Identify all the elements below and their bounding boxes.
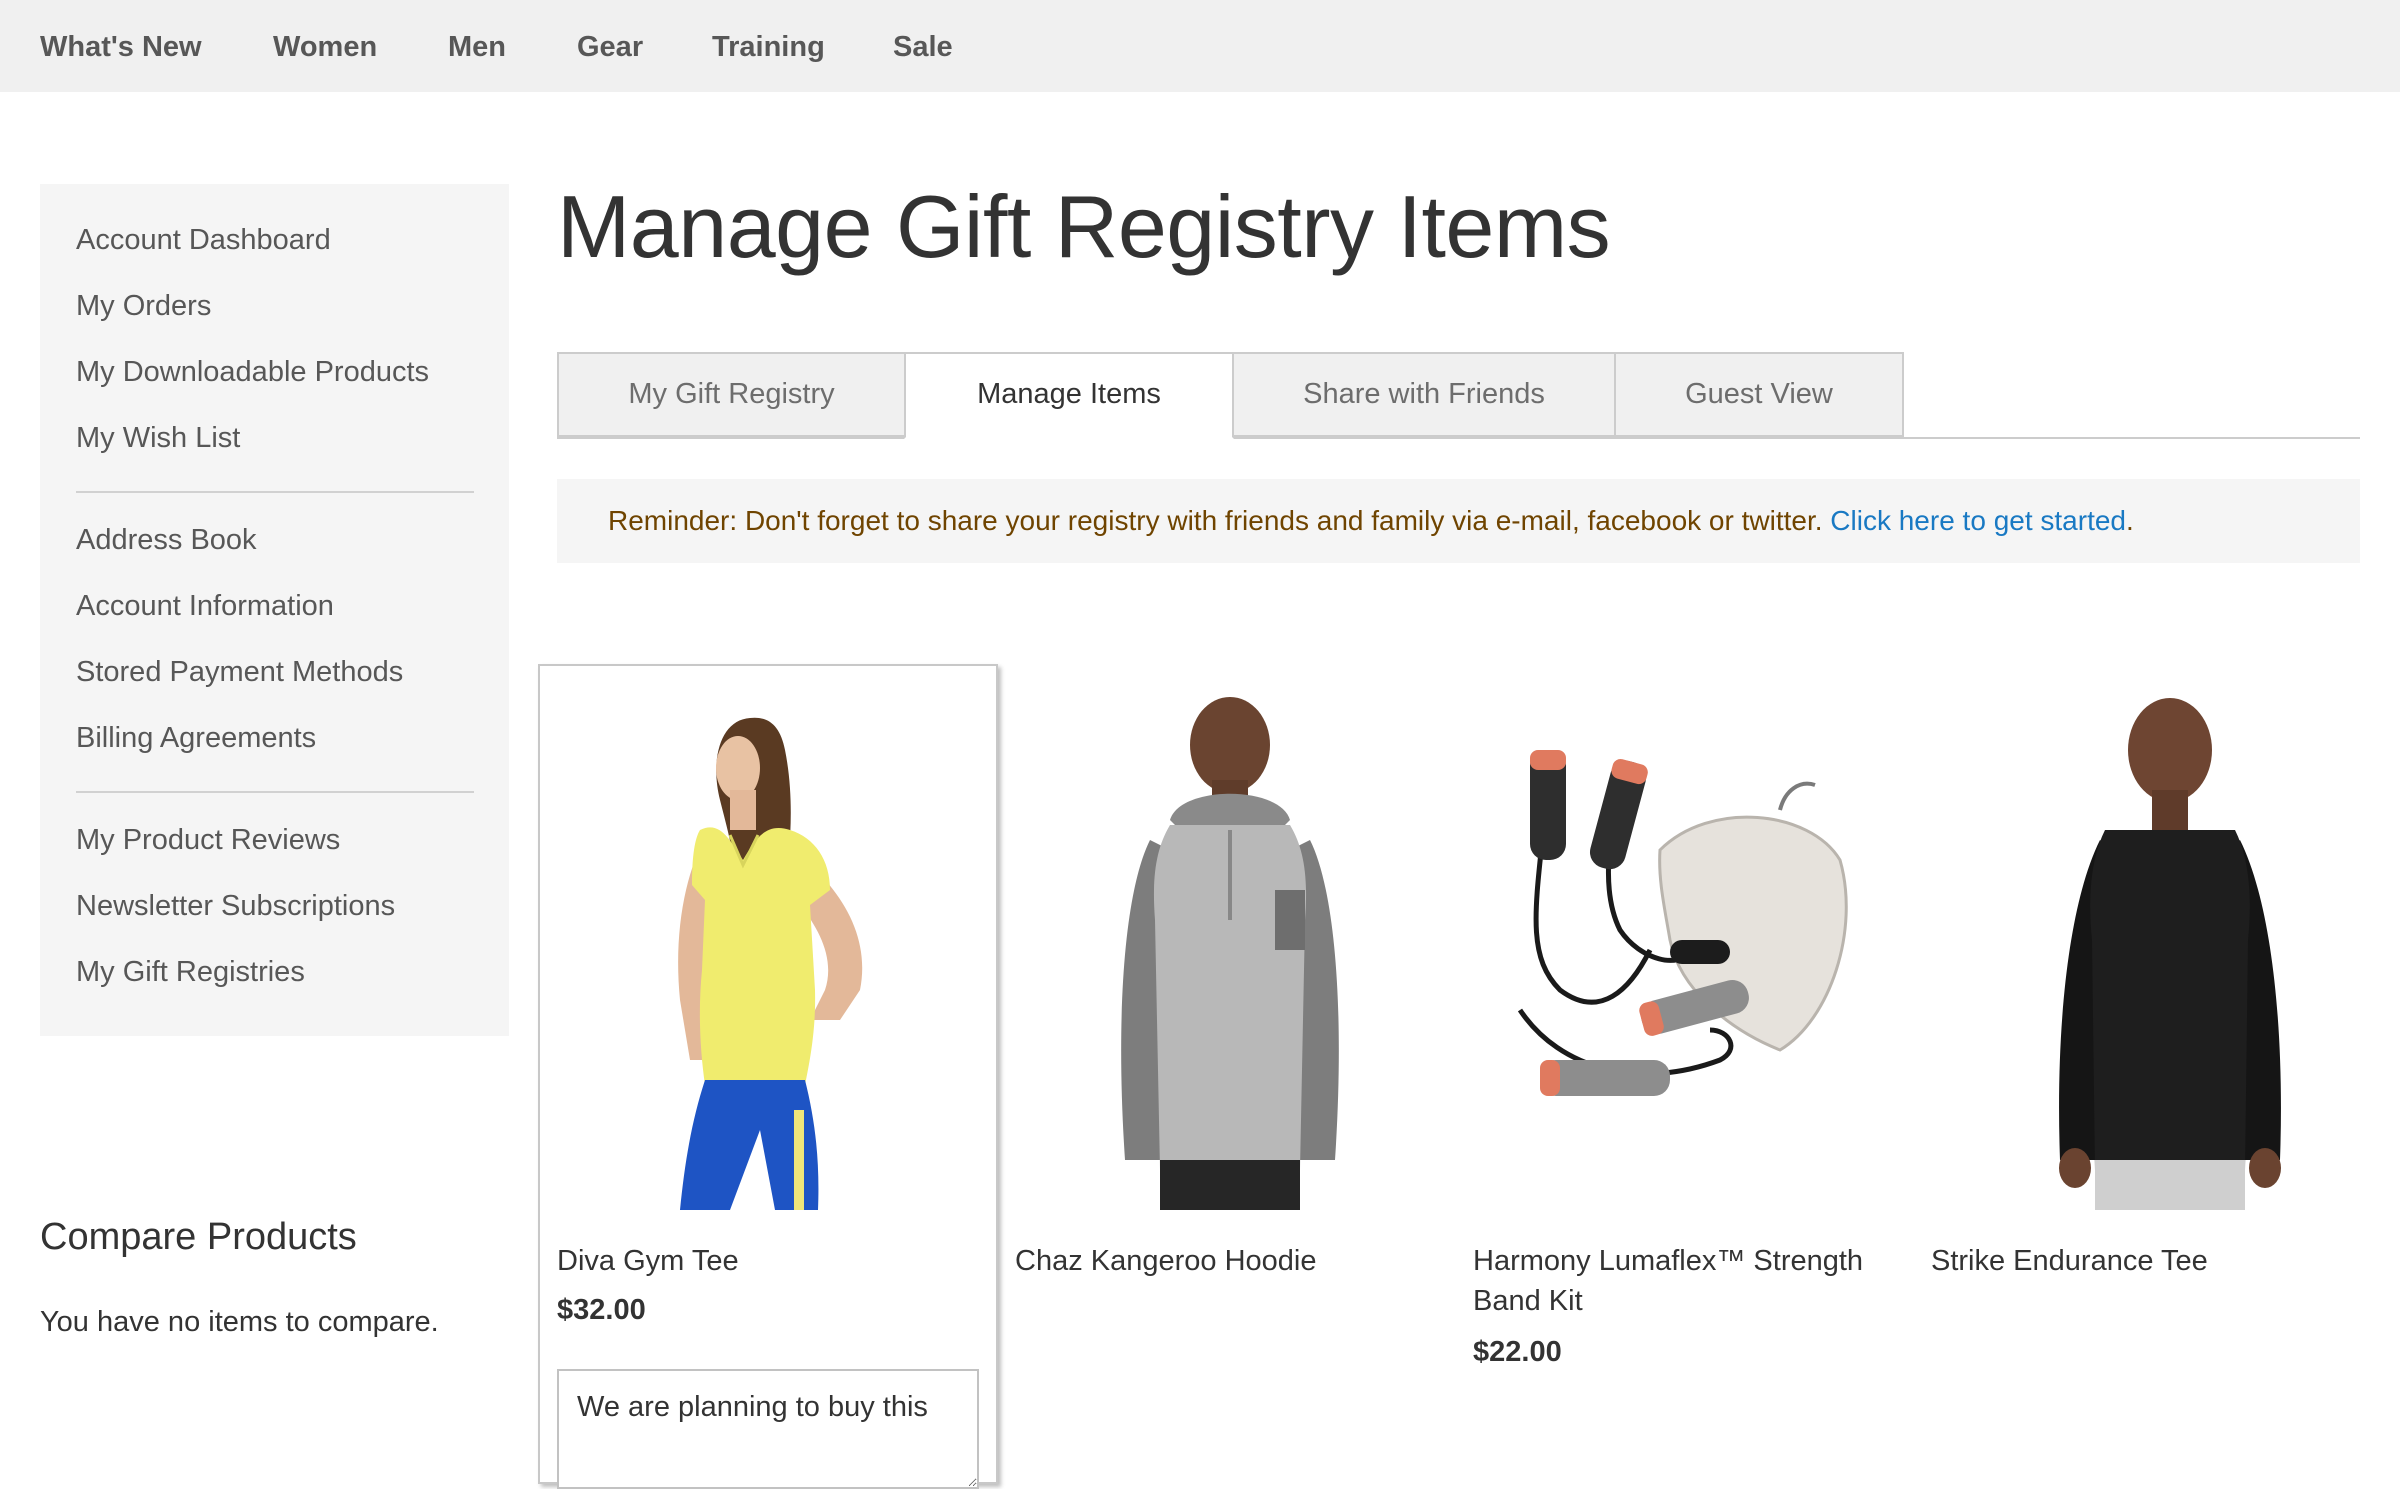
sidebar-divider xyxy=(76,491,474,493)
get-started-link[interactable]: Click here to get started xyxy=(1830,505,2126,536)
page-title: Manage Gift Registry Items xyxy=(557,177,1611,276)
nav-gear[interactable]: Gear xyxy=(577,0,643,92)
nav-women[interactable]: Women xyxy=(273,0,377,92)
sidebar-divider xyxy=(76,791,474,793)
product-price: $32.00 xyxy=(557,1294,646,1326)
product-comment-field[interactable]: We are planning to buy this xyxy=(557,1369,979,1489)
account-sidebar: Account Dashboard My Orders My Downloada… xyxy=(40,184,509,1036)
tab-guest-view[interactable]: Guest View xyxy=(1614,352,1904,437)
sidebar-item-account-dashboard[interactable]: Account Dashboard xyxy=(76,224,331,257)
sidebar-item-billing-agreements[interactable]: Billing Agreements xyxy=(76,722,316,755)
sidebar-item-newsletter-subscriptions[interactable]: Newsletter Subscriptions xyxy=(76,890,395,923)
product-image-diva-gym-tee[interactable] xyxy=(580,690,980,1210)
sidebar-item-stored-payment-methods[interactable]: Stored Payment Methods xyxy=(76,656,403,689)
product-name[interactable]: Strike Endurance Tee xyxy=(1931,1241,2208,1281)
product-image-harmony-lumaflex-band-kit[interactable] xyxy=(1480,690,1880,1210)
product-name[interactable]: Harmony Lumaflex™ Strength Band Kit xyxy=(1473,1241,1893,1321)
reminder-suffix: . xyxy=(2126,505,2134,536)
sidebar-item-wish-list[interactable]: My Wish List xyxy=(76,422,240,455)
reminder-text: Reminder: Don't forget to share your reg… xyxy=(608,505,1831,536)
nav-men[interactable]: Men xyxy=(448,0,506,92)
product-name[interactable]: Chaz Kangeroo Hoodie xyxy=(1015,1241,1316,1281)
sidebar-item-gift-registries[interactable]: My Gift Registries xyxy=(76,956,305,989)
product-name[interactable]: Diva Gym Tee xyxy=(557,1241,739,1281)
sidebar-item-address-book[interactable]: Address Book xyxy=(76,524,257,557)
product-image-chaz-kangeroo-hoodie[interactable] xyxy=(1030,690,1430,1210)
sidebar-item-my-orders[interactable]: My Orders xyxy=(76,290,211,323)
tab-share-with-friends[interactable]: Share with Friends xyxy=(1232,352,1616,437)
sidebar-item-account-information[interactable]: Account Information xyxy=(76,590,334,623)
compare-products-title: Compare Products xyxy=(40,1216,357,1258)
product-image-strike-endurance-tee[interactable] xyxy=(1960,690,2360,1210)
reminder-message: Reminder: Don't forget to share your reg… xyxy=(608,479,2134,563)
tab-manage-items[interactable]: Manage Items xyxy=(904,352,1234,439)
nav-training[interactable]: Training xyxy=(712,0,825,92)
nav-sale[interactable]: Sale xyxy=(893,0,953,92)
nav-whats-new[interactable]: What's New xyxy=(40,0,202,92)
product-price: $22.00 xyxy=(1473,1336,1562,1368)
reminder-notice: Reminder: Don't forget to share your reg… xyxy=(557,479,2360,563)
tabs-baseline xyxy=(557,437,2360,439)
tab-my-gift-registry[interactable]: My Gift Registry xyxy=(557,352,906,437)
top-navigation: What's New Women Men Gear Training Sale xyxy=(0,0,2400,92)
sidebar-item-product-reviews[interactable]: My Product Reviews xyxy=(76,824,340,857)
sidebar-item-downloadable-products[interactable]: My Downloadable Products xyxy=(76,356,429,389)
compare-empty-message: You have no items to compare. xyxy=(40,1306,439,1338)
